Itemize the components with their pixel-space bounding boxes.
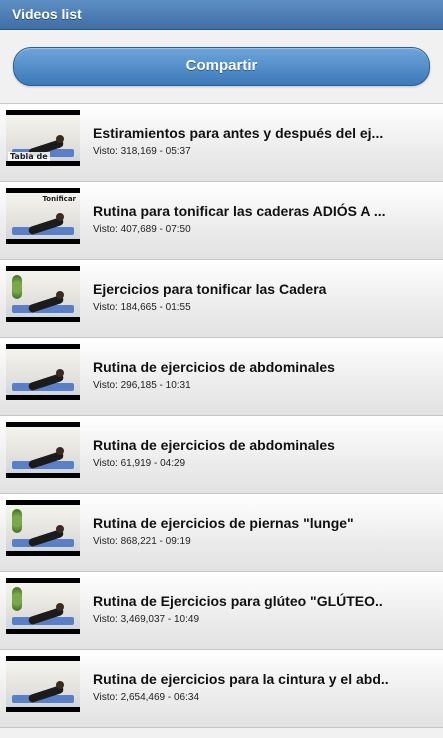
video-meta: Visto: 318,169 - 05:37 [93,146,191,157]
video-title[interactable]: Rutina de ejercicios de piernas "lunge" [93,515,409,531]
person-head-icon [56,291,64,299]
views-prefix: Visto: [93,536,121,547]
video-meta: Visto: 868,221 - 09:19 [93,536,191,547]
video-duration: 04:29 [160,458,186,469]
video-meta: Visto: 184,665 - 01:55 [93,302,191,313]
video-meta: Visto: 2,654,469 - 06:34 [93,692,199,703]
share-button[interactable]: Compartir [13,47,430,86]
video-thumbnail-icon[interactable]: Tonificar [6,188,80,244]
views-prefix: Visto: [93,458,121,469]
video-title[interactable]: Rutina para tonificar las caderas ADIÓS … [93,203,409,219]
video-duration: 09:19 [165,536,191,547]
plant-icon [12,509,22,533]
view-count: 868,221 [120,536,157,547]
video-meta: Visto: 61,919 - 04:29 [93,458,185,469]
video-title[interactable]: Rutina de ejercicios de abdominales [93,437,409,453]
video-list-item[interactable]: Rutina de Ejercicios para glúteo "GLÚTEO… [0,572,443,650]
video-duration: 10:31 [165,380,191,391]
meta-separator: - [156,224,166,235]
meta-separator: - [165,692,174,703]
video-duration: 05:37 [165,146,191,157]
video-thumbnail-icon[interactable] [6,500,80,556]
video-meta: Visto: 407,689 - 07:50 [93,224,191,235]
video-thumbnail-icon[interactable] [6,422,80,478]
meta-separator: - [156,536,166,547]
views-prefix: Visto: [93,302,121,313]
meta-separator: - [165,614,174,625]
video-list-item[interactable]: Tonificar Rutina para tonificar las cader… [0,182,443,260]
video-list-item[interactable]: Rutina de ejercicios de abdominales Visto… [0,416,443,494]
view-count: 3,469,037 [120,614,166,625]
meta-separator: - [156,302,166,313]
video-thumbnail-icon[interactable] [6,344,80,400]
meta-separator: - [151,458,161,469]
thumbnail-caption-top: Tonificar [42,195,76,203]
video-thumbnail-icon[interactable] [6,578,80,634]
person-head-icon [56,213,64,221]
person-head-icon [56,369,64,377]
video-duration: 07:50 [165,224,191,235]
plant-icon [12,587,22,611]
video-list-item[interactable]: Ejercicios para tonificar las Cadera Vist… [0,260,443,338]
video-thumbnail-icon[interactable]: Tabla de [6,110,80,166]
view-count: 407,689 [120,224,157,235]
video-title[interactable]: Estiramientos para antes y después del e… [93,125,409,141]
video-duration: 10:49 [174,614,200,625]
view-count: 318,169 [120,146,157,157]
video-meta: Visto: 296,185 - 10:31 [93,380,191,391]
thumbnail-caption: Tabla de [8,152,50,161]
share-section: Compartir [0,30,443,103]
video-duration: 06:34 [174,692,200,703]
view-count: 184,665 [120,302,157,313]
video-list-item[interactable]: Rutina de ejercicios para la cintura y e… [0,650,443,728]
header-bar: Videos list [0,0,443,30]
person-head-icon [56,603,64,611]
views-prefix: Visto: [93,224,121,235]
plant-icon [12,275,22,299]
meta-separator: - [156,146,166,157]
page-title: Videos list [12,6,82,22]
video-list-item[interactable]: Rutina de ejercicios de abdominales Visto… [0,338,443,416]
person-head-icon [56,447,64,455]
views-prefix: Visto: [93,380,121,391]
views-prefix: Visto: [93,614,121,625]
video-title[interactable]: Rutina de ejercicios de abdominales [93,359,409,375]
video-meta: Visto: 3,469,037 - 10:49 [93,614,199,625]
video-title[interactable]: Rutina de ejercicios para la cintura y e… [93,671,409,687]
video-list: Tabla de Estiramientos para antes y despu… [0,103,443,728]
view-count: 2,654,469 [120,692,166,703]
meta-separator: - [156,380,166,391]
person-head-icon [56,681,64,689]
video-thumbnail-icon[interactable] [6,266,80,322]
view-count: 296,185 [120,380,157,391]
video-title[interactable]: Rutina de Ejercicios para glúteo "GLÚTEO… [93,593,409,609]
views-prefix: Visto: [93,146,121,157]
video-thumbnail-icon[interactable] [6,656,80,712]
video-title[interactable]: Ejercicios para tonificar las Cadera [93,281,409,297]
video-list-item[interactable]: Tabla de Estiramientos para antes y despu… [0,104,443,182]
person-head-icon [56,525,64,533]
person-head-icon [56,135,64,143]
video-duration: 01:55 [165,302,191,313]
video-list-item[interactable]: Rutina de ejercicios de piernas "lunge" V… [0,494,443,572]
views-prefix: Visto: [93,692,121,703]
view-count: 61,919 [120,458,152,469]
